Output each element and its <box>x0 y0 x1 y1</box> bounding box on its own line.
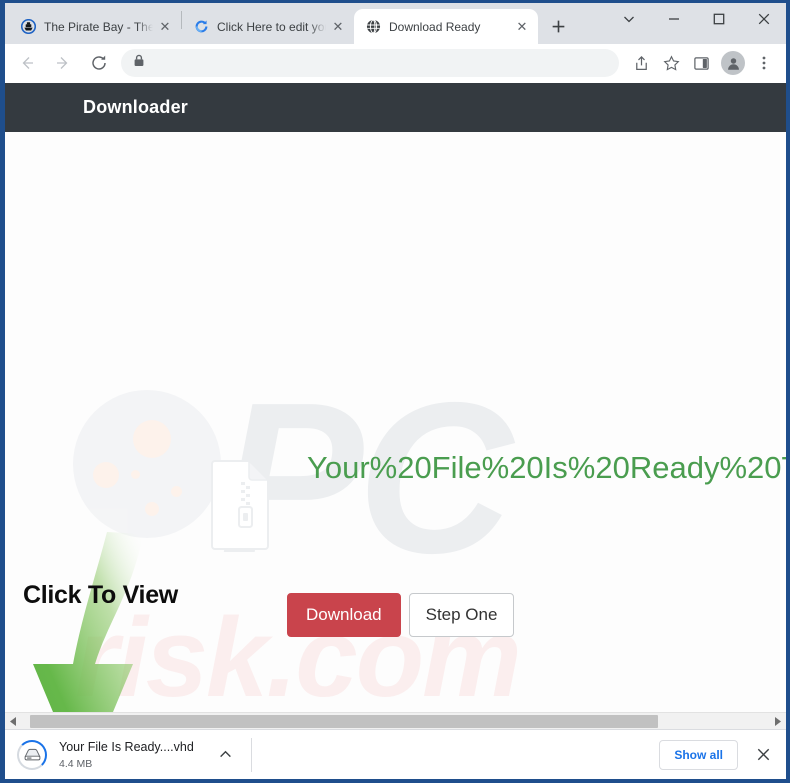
decorative-dot <box>145 502 159 516</box>
lock-icon <box>133 54 145 72</box>
share-icon[interactable] <box>627 49 655 77</box>
horizontal-scrollbar[interactable] <box>5 712 786 729</box>
download-button[interactable]: Download <box>287 593 401 637</box>
browser-tab-title: Click Here to edit your L <box>217 19 326 34</box>
download-filesize: 4.4 MB <box>59 757 93 770</box>
scroll-left-icon[interactable] <box>5 713 22 730</box>
maximize-icon[interactable] <box>696 3 741 35</box>
address-bar[interactable] <box>121 49 619 77</box>
action-button-row: Download Step One <box>287 593 515 637</box>
profile-avatar[interactable] <box>721 51 745 75</box>
download-shelf: Your File Is Ready....vhd 4.4 MB Show al… <box>5 729 786 779</box>
page-headline: Your%20File%20Is%20Ready%20To%20 <box>307 450 786 485</box>
pirate-ship-icon <box>20 19 36 35</box>
browser-tab-click-here[interactable]: Click Here to edit your L ✕ <box>182 9 354 44</box>
download-filename: Your File Is Ready....vhd <box>59 739 194 754</box>
tab-list: The Pirate Bay - The gal ✕ Click Here to… <box>5 3 572 44</box>
show-all-downloads-button[interactable]: Show all <box>659 739 738 770</box>
browser-tab-title: The Pirate Bay - The gal <box>44 19 153 34</box>
decorative-dot <box>93 462 119 488</box>
decorative-circle <box>73 390 221 538</box>
browser-window: The Pirate Bay - The gal ✕ Click Here to… <box>0 0 790 783</box>
window-controls <box>606 3 786 35</box>
forward-icon[interactable] <box>48 48 78 78</box>
download-item-text: Your File Is Ready....vhd 4.4 MB <box>59 739 207 771</box>
browser-toolbar <box>5 44 786 83</box>
browser-tab-pirate-bay[interactable]: The Pirate Bay - The gal ✕ <box>9 9 181 44</box>
star-icon[interactable] <box>657 49 685 77</box>
browser-tab-title: Download Ready <box>389 19 481 34</box>
scroll-right-icon[interactable] <box>769 713 786 730</box>
tab-strip: The Pirate Bay - The gal ✕ Click Here to… <box>5 3 786 44</box>
tab-close-icon[interactable]: ✕ <box>155 17 175 37</box>
tab-close-icon[interactable]: ✕ <box>512 17 532 37</box>
browser-menu-icon[interactable] <box>750 49 778 77</box>
click-to-view-label: Click To View <box>23 581 178 609</box>
globe-icon <box>365 19 381 35</box>
tab-search-chevron-down-icon[interactable] <box>606 3 651 35</box>
chevron-up-icon[interactable] <box>213 743 237 767</box>
scrollbar-track[interactable] <box>22 713 769 730</box>
page-viewport: Downloader PC risk.com Your%20File%20Is%… <box>5 83 786 729</box>
minimize-icon[interactable] <box>651 3 696 35</box>
browser-tab-download-ready[interactable]: Download Ready ✕ <box>354 9 538 44</box>
close-window-icon[interactable] <box>741 3 786 35</box>
shelf-divider <box>251 737 252 772</box>
browser-window-inner: The Pirate Bay - The gal ✕ Click Here to… <box>5 3 786 779</box>
side-panel-icon[interactable] <box>687 49 715 77</box>
zip-file-icon <box>210 459 270 550</box>
new-tab-button[interactable] <box>544 12 572 40</box>
disk-drive-icon <box>17 739 47 770</box>
refresh-circle-icon <box>193 19 209 35</box>
scrollbar-thumb[interactable] <box>30 714 658 728</box>
site-brand: Downloader <box>83 97 189 117</box>
back-icon[interactable] <box>12 48 42 78</box>
site-navbar: Downloader <box>5 83 786 132</box>
green-curved-down-arrow-icon <box>15 532 245 712</box>
close-shelf-icon[interactable] <box>750 742 776 768</box>
tab-close-icon[interactable]: ✕ <box>328 17 348 37</box>
decorative-dot <box>131 470 140 479</box>
step-one-button[interactable]: Step One <box>408 593 515 637</box>
reload-icon[interactable] <box>84 48 114 78</box>
decorative-dot <box>171 486 182 497</box>
download-item[interactable]: Your File Is Ready....vhd 4.4 MB <box>17 735 237 775</box>
decorative-dot <box>133 420 171 458</box>
page-content: PC risk.com Your%20File%20Is%20Ready%20 … <box>5 132 786 712</box>
